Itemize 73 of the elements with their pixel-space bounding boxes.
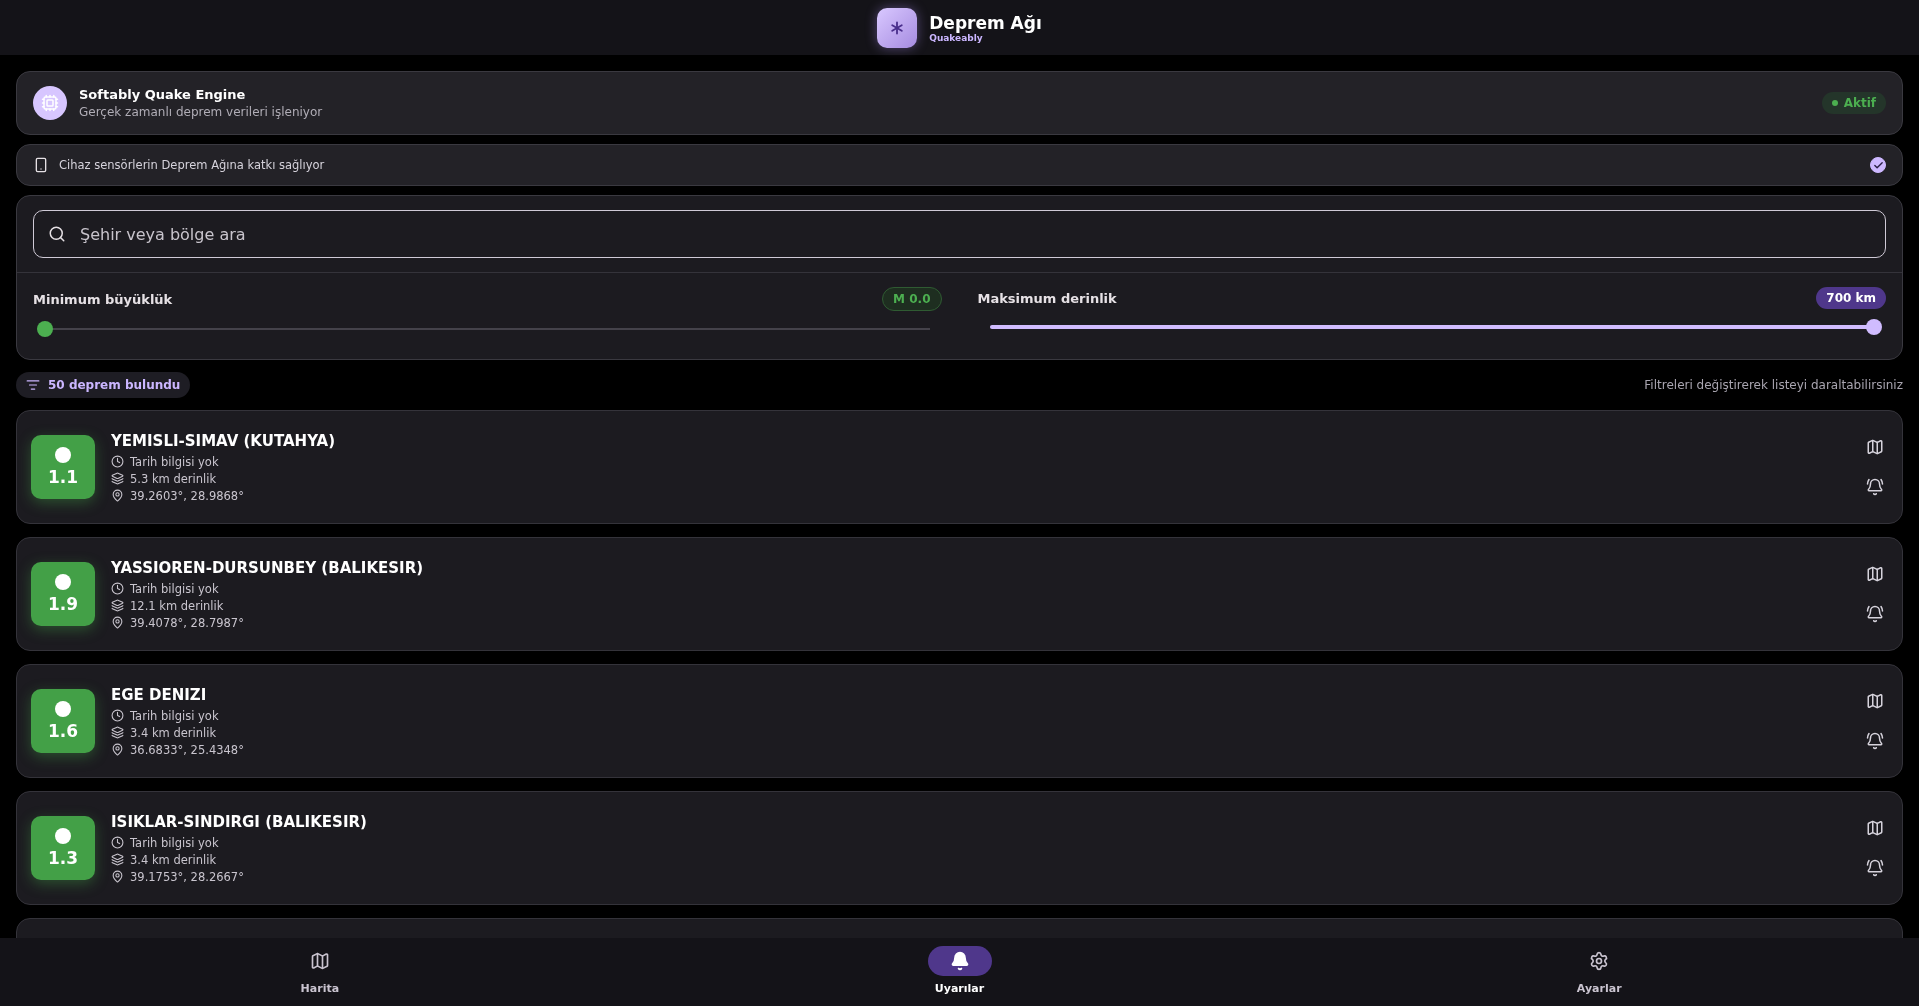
slider-label: Maksimum derinlik: [977, 290, 1117, 306]
map-button[interactable]: [1866, 692, 1884, 710]
check-icon: [1872, 159, 1884, 171]
clock-icon: [111, 455, 124, 468]
quake-depth: 12.1 km derinlik: [130, 598, 224, 613]
quake-depth: 3.4 km derinlik: [130, 725, 217, 740]
magnitude-badge: 1.9: [31, 562, 95, 626]
filter-icon: [26, 378, 40, 392]
status-badge: Aktif: [1821, 92, 1886, 114]
pin-icon: [111, 743, 124, 756]
magnitude-badge: 1.3: [31, 816, 95, 880]
quake-coords: 39.2603°, 28.9868°: [130, 488, 244, 503]
filter-hint: Filtreleri değiştirerek listeyi daraltabilirsiniz: [1644, 378, 1903, 392]
slider-reading: 700 km: [1816, 287, 1886, 309]
quake-coords: 39.1753°, 28.2667°: [130, 869, 244, 884]
device-label: Cihaz sensörlerin Deprem Ağına katkı sağlıyor: [59, 158, 326, 172]
pin-icon: [111, 489, 124, 502]
quake-time: Tarih bilgisi yok: [130, 835, 219, 850]
layers-icon: [111, 726, 124, 739]
search-field[interactable]: Şehir veya bölge ara: [33, 210, 1886, 258]
nav-tab[interactable]: Ayarlar: [1279, 938, 1919, 1006]
map-button[interactable]: [1866, 565, 1884, 583]
clock-icon: [111, 836, 124, 849]
quake-card[interactable]: 1.9 YASSIOREN-DURSUNBEY (BALIKESIR) Tarih bilgisi yok 12.1 km derinlik 39.4078°, 28.7987°: [16, 537, 1903, 651]
layers-icon: [111, 853, 124, 866]
alarm-button[interactable]: [1866, 859, 1884, 877]
clock-icon: [111, 582, 124, 595]
search-input[interactable]: Şehir veya bölge ara: [78, 223, 1871, 245]
quake-card[interactable]: 1.3 ISIKLAR-SINDIRGI (BALIKESIR) Tarih bilgisi yok 3.4 km derinlik 39.1753°, 28.2667°: [16, 791, 1903, 905]
quake-coords: 39.4078°, 28.7987°: [130, 615, 244, 630]
app-logo: [877, 7, 918, 48]
quake-time: Tarih bilgisi yok: [130, 581, 219, 596]
map-button[interactable]: [1866, 438, 1884, 456]
quake-place: YEMISLI-SIMAV (KUTAHYA): [111, 431, 337, 450]
magnitude-badge: 1.6: [31, 689, 95, 753]
slider-thumb[interactable]: [1866, 319, 1882, 335]
quake-time: Tarih bilgisi yok: [130, 708, 219, 723]
layers-icon: [111, 599, 124, 612]
quake-place: YASSIOREN-DURSUNBEY (BALIKESIR): [111, 558, 425, 577]
layers-icon: [111, 472, 124, 485]
clock-icon: [111, 709, 124, 722]
pin-icon: [111, 870, 124, 883]
engine-subtitle: Gerçek zamanlı deprem verileri işleniyor: [79, 105, 324, 119]
app-title: Deprem Ağı: [929, 12, 1042, 33]
app-subtitle: Quakeably: [929, 32, 983, 43]
bell-icon: [949, 951, 970, 971]
engine-title: Softably Quake Engine: [79, 87, 247, 102]
map-button[interactable]: [1866, 819, 1884, 837]
quake-place: EGE DENIZI: [111, 685, 208, 704]
alarm-button[interactable]: [1866, 478, 1884, 496]
device-checkbox[interactable]: [1870, 157, 1886, 173]
slider-label: Minimum büyüklük: [33, 291, 173, 307]
alarm-button[interactable]: [1866, 732, 1884, 750]
slider-thumb[interactable]: [37, 321, 53, 337]
result-count: 50 deprem bulundu: [48, 378, 181, 392]
search-icon: [48, 225, 66, 243]
chip-icon: [33, 86, 67, 120]
quake-depth: 3.4 km derinlik: [130, 852, 217, 867]
quake-card[interactable]: 1.6 EGE DENIZI Tarih bilgisi yok 3.4 km derinlik 36.6833°, 25.4348°: [16, 664, 1903, 778]
magnitude-badge: 1.1: [31, 435, 95, 499]
quake-place: ISIKLAR-SINDIRGI (BALIKESIR): [111, 812, 368, 831]
map-icon: [309, 951, 330, 971]
nav-tab[interactable]: Harita: [0, 938, 640, 1006]
settings-icon: [1589, 951, 1610, 971]
alarm-button[interactable]: [1866, 605, 1884, 623]
phone-icon: [33, 157, 49, 173]
pin-icon: [111, 616, 124, 629]
quake-card[interactable]: 1.1 YEMISLI-SIMAV (KUTAHYA) Tarih bilgisi yok 5.3 km derinlik 39.2603°, 28.9868°: [16, 410, 1903, 524]
quake-time: Tarih bilgisi yok: [130, 454, 219, 469]
nav-tab[interactable]: Uyarılar: [639, 938, 1280, 1006]
slider-reading: M 0.0: [882, 287, 942, 311]
quake-coords: 36.6833°, 25.4348°: [130, 742, 244, 757]
quake-depth: 5.3 km derinlik: [130, 471, 217, 486]
